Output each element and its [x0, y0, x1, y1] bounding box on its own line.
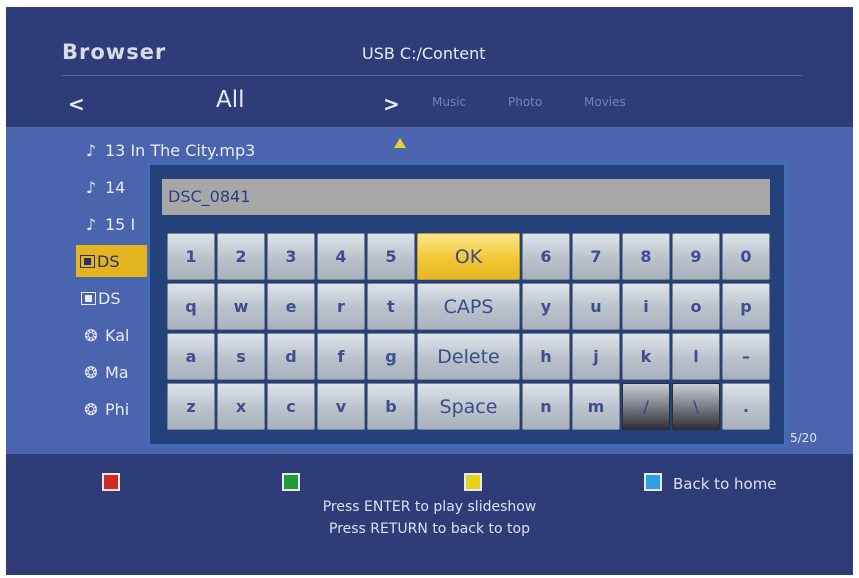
- scroll-up-arrow-icon[interactable]: [394, 138, 406, 148]
- file-list-item[interactable]: DS: [81, 282, 120, 314]
- media-browser-screen: Browser USB C:/Content < All > Music Pho…: [6, 7, 853, 575]
- onscreen-keyboard-dialog: DSC_0841 1 2 3 4 5 OK 6 7 8 9 0 q w e r t CAPS y u i o p a s d f g…: [147, 162, 787, 447]
- red-button[interactable]: [102, 473, 120, 491]
- blue-button[interactable]: [644, 473, 662, 491]
- key-m[interactable]: m: [572, 383, 620, 430]
- file-list-item-label: Ma: [105, 362, 129, 382]
- key-h[interactable]: h: [522, 333, 570, 380]
- keyboard-text-input[interactable]: DSC_0841: [162, 179, 770, 215]
- key-t[interactable]: t: [367, 283, 415, 330]
- music-note-icon: ♪: [85, 214, 97, 234]
- file-list-item-label: 14: [105, 177, 126, 197]
- key-n[interactable]: n: [522, 383, 570, 430]
- film-reel-icon: ❂: [84, 362, 98, 382]
- key-v[interactable]: v: [317, 383, 365, 430]
- key-r[interactable]: r: [317, 283, 365, 330]
- app-title: Browser: [62, 40, 167, 64]
- nav-prev-button[interactable]: <: [68, 92, 85, 116]
- key-k[interactable]: k: [622, 333, 670, 380]
- file-list-item-label: 13 In The City.mp3: [105, 140, 256, 160]
- file-list-item[interactable]: ❂ Ma: [81, 356, 129, 388]
- nav-current-filter: All: [216, 87, 245, 113]
- key-g[interactable]: g: [367, 333, 415, 380]
- file-list-item-label: 15 I: [105, 214, 136, 234]
- key-y[interactable]: y: [522, 283, 570, 330]
- key-6[interactable]: 6: [522, 233, 570, 280]
- key-2[interactable]: 2: [217, 233, 265, 280]
- key-f[interactable]: f: [317, 333, 365, 380]
- back-to-home-label: Back to home: [673, 475, 777, 493]
- nav-next-button[interactable]: >: [383, 92, 400, 116]
- key-s[interactable]: s: [217, 333, 265, 380]
- key-ok[interactable]: OK: [417, 233, 520, 280]
- file-list-item[interactable]: ♪ 15 I: [81, 208, 135, 240]
- key-8[interactable]: 8: [622, 233, 670, 280]
- key-period[interactable]: .: [722, 383, 770, 430]
- key-e[interactable]: e: [267, 283, 315, 330]
- music-note-icon: ♪: [85, 177, 97, 197]
- key-u[interactable]: u: [572, 283, 620, 330]
- current-path: USB C:/Content: [362, 44, 486, 63]
- key-caps[interactable]: CAPS: [417, 283, 520, 330]
- hint-enter: Press ENTER to play slideshow: [322, 499, 537, 515]
- key-d[interactable]: d: [267, 333, 315, 380]
- key-3[interactable]: 3: [267, 233, 315, 280]
- page-count: 5/20: [790, 431, 817, 445]
- key-1[interactable]: 1: [167, 233, 215, 280]
- key-0[interactable]: 0: [722, 233, 770, 280]
- key-x[interactable]: x: [217, 383, 265, 430]
- key-p[interactable]: p: [722, 283, 770, 330]
- tab-photo[interactable]: Photo: [508, 95, 542, 109]
- key-7[interactable]: 7: [572, 233, 620, 280]
- yellow-button[interactable]: [464, 473, 482, 491]
- key-5[interactable]: 5: [367, 233, 415, 280]
- key-9[interactable]: 9: [672, 233, 720, 280]
- key-i[interactable]: i: [622, 283, 670, 330]
- key-w[interactable]: w: [217, 283, 265, 330]
- header-divider: [62, 75, 802, 76]
- hint-return: Press RETURN to back to top: [329, 521, 530, 537]
- green-button[interactable]: [282, 473, 300, 491]
- key-o[interactable]: o: [672, 283, 720, 330]
- key-a[interactable]: a: [167, 333, 215, 380]
- file-list-item[interactable]: ❂ Phi: [81, 393, 129, 425]
- key-slash[interactable]: /: [622, 383, 670, 430]
- photo-icon: [81, 291, 96, 305]
- file-list-item[interactable]: ❂ Kal: [81, 319, 129, 351]
- key-dash[interactable]: –: [722, 333, 770, 380]
- key-4[interactable]: 4: [317, 233, 365, 280]
- file-list-item-label: DS: [97, 251, 120, 271]
- key-l[interactable]: l: [672, 333, 720, 380]
- key-j[interactable]: j: [572, 333, 620, 380]
- key-z[interactable]: z: [167, 383, 215, 430]
- film-reel-icon: ❂: [84, 399, 98, 419]
- key-q[interactable]: q: [167, 283, 215, 330]
- file-list-item-label: Phi: [105, 399, 130, 419]
- key-delete[interactable]: Delete: [417, 333, 520, 380]
- file-list-item-label: Kal: [105, 325, 130, 345]
- key-c[interactable]: c: [267, 383, 315, 430]
- key-space[interactable]: Space: [417, 383, 520, 430]
- tab-music[interactable]: Music: [432, 95, 466, 109]
- file-list-item[interactable]: ♪ 14: [81, 171, 125, 203]
- photo-icon: [80, 254, 95, 268]
- key-backslash[interactable]: \: [672, 383, 720, 430]
- key-b[interactable]: b: [367, 383, 415, 430]
- music-note-icon: ♪: [85, 140, 97, 160]
- tab-movies[interactable]: Movies: [584, 95, 626, 109]
- file-list-item-label: DS: [98, 288, 121, 308]
- film-reel-icon: ❂: [84, 325, 98, 345]
